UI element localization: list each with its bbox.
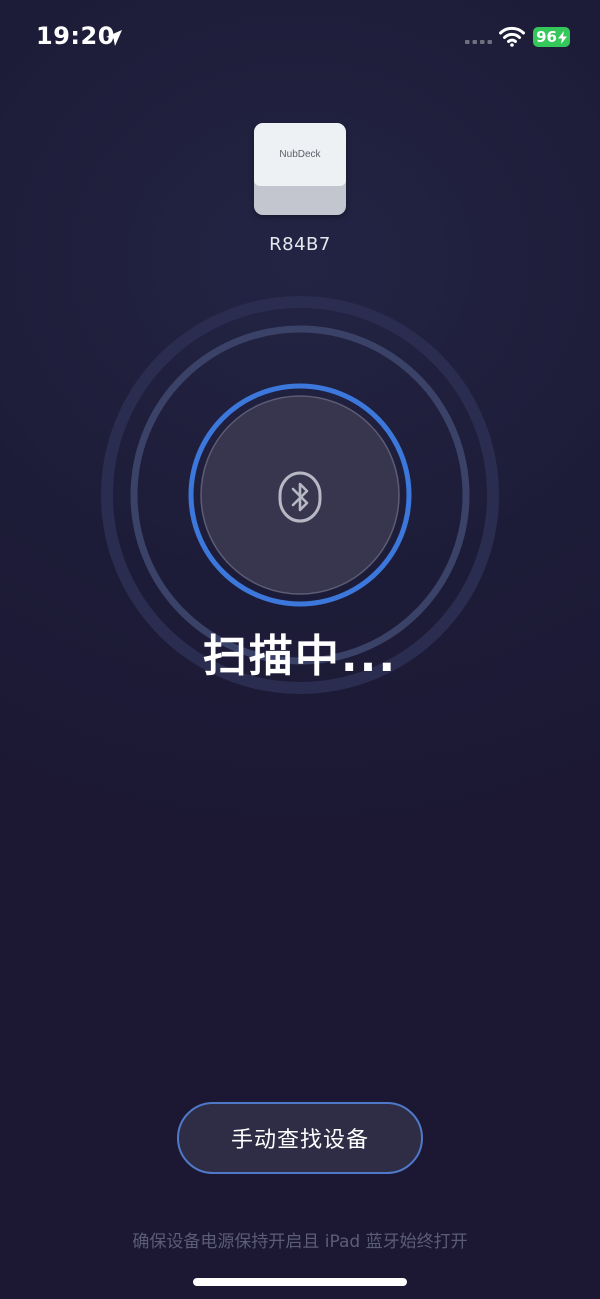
keycap-icon: NubDeck: [254, 123, 346, 215]
bluetooth-hint-text: 确保设备电源保持开启且 iPad 蓝牙始终打开: [132, 1232, 468, 1252]
scanning-status-text: 扫描中...: [202, 631, 398, 682]
status-bar: 19:20 96: [0, 0, 600, 80]
manual-search-button[interactable]: 手动查找设备: [177, 1102, 423, 1174]
device-brand-label: NubDeck: [279, 149, 321, 160]
manual-search-button-label: 手动查找设备: [230, 1128, 369, 1153]
bluetooth-icon: [278, 471, 322, 523]
device-name: R84B7: [269, 234, 331, 255]
scan-screen: 19:20 96 NubDeck R84B7 扫描中... 手动查找设备 确保设…: [0, 0, 600, 1299]
charging-bolt-icon: [557, 30, 567, 44]
keycap-top: NubDeck: [254, 123, 346, 186]
battery-level: 96: [536, 27, 557, 46]
wifi-icon: [499, 26, 525, 47]
battery-indicator: 96: [533, 27, 570, 47]
home-indicator[interactable]: [193, 1278, 407, 1286]
location-arrow-icon: [106, 30, 122, 46]
cellular-signal-icon: [465, 40, 492, 44]
